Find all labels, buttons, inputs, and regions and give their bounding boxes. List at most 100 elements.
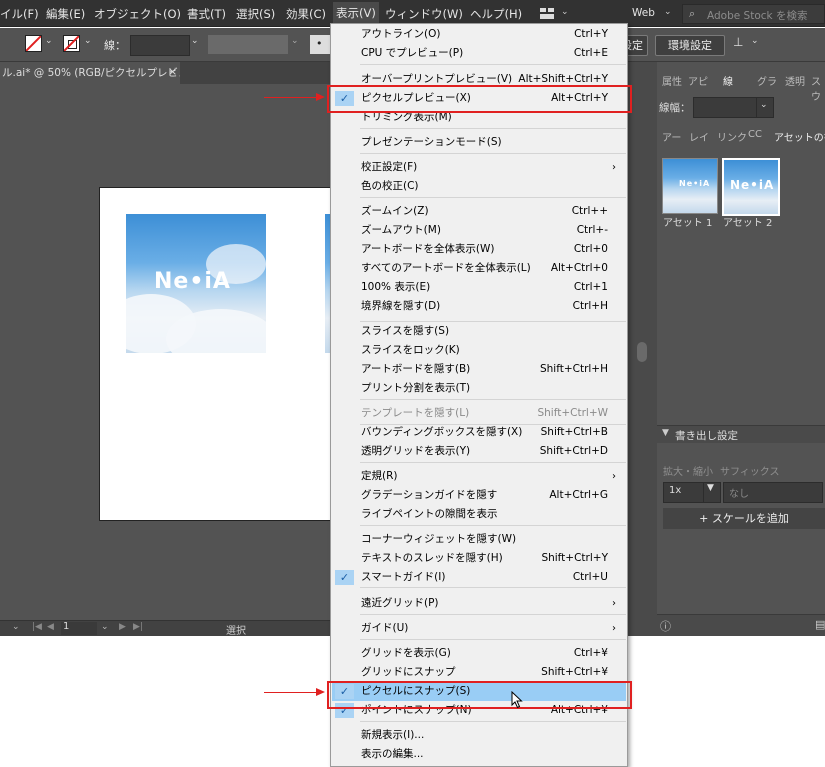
view-menu-item[interactable]: プレゼンテーションモード(S) <box>332 133 626 152</box>
asset-thumb-1[interactable]: Ne•iA <box>662 158 718 214</box>
scroll-thumb[interactable] <box>637 342 647 362</box>
tab-appearance[interactable]: アピ <box>688 73 708 88</box>
check-icon: ✓ <box>335 570 354 585</box>
chevron-down-icon[interactable]: ⌄ <box>751 36 759 46</box>
stock-search-placeholder: Adobe Stock を検索 <box>707 10 808 22</box>
view-menu-item[interactable]: 透明グリッドを表示(Y) Shift+Ctrl+D <box>332 442 626 461</box>
first-artboard-icon[interactable]: |◀ <box>32 622 42 632</box>
chevron-down-icon[interactable]: ⌄ <box>191 36 199 46</box>
stroke-weight-dropdown[interactable]: ⌄ <box>756 97 774 118</box>
workspace-switcher[interactable]: Web <box>632 7 655 19</box>
tab-cc-libraries[interactable]: CC <box>748 129 762 140</box>
view-menu-item[interactable]: ズームアウト(M) Ctrl+- <box>332 221 626 240</box>
menu-item-shortcut: Ctrl+E <box>573 47 608 59</box>
view-menu-item[interactable]: プリント分割を表示(T) <box>332 379 626 398</box>
menu-window[interactable]: ウィンドウ(W) <box>385 6 463 22</box>
view-menu-item[interactable]: スライスをロック(K) <box>332 341 626 360</box>
view-menu-item[interactable]: ライブペイントの隙間を表示 <box>332 505 626 524</box>
view-menu-item[interactable]: ✓ スマートガイド(I) Ctrl+U <box>332 568 626 587</box>
menu-select[interactable]: 選択(S) <box>236 6 275 22</box>
menu-type[interactable]: 書式(T) <box>187 6 226 22</box>
suffix-input[interactable]: なし <box>723 482 823 503</box>
view-menu-item[interactable]: テキストのスレッドを隠す(H) Shift+Ctrl+Y <box>332 549 626 568</box>
chevron-down-icon[interactable]: ⌄ <box>12 622 20 632</box>
view-menu-item[interactable]: すべてのアートボードを全体表示(L) Alt+Ctrl+0 <box>332 259 626 278</box>
add-scale-button[interactable]: + スケールを追加 <box>663 508 825 529</box>
view-menu-item[interactable]: アートボードを全体表示(W) Ctrl+0 <box>332 240 626 259</box>
chevron-down-icon[interactable]: ⌄ <box>291 36 299 46</box>
asset-thumb-2[interactable]: Ne•iA <box>722 158 780 216</box>
chevron-down-icon[interactable]: ⌄ <box>84 36 92 46</box>
tab-stroke[interactable]: 線 <box>723 73 733 88</box>
menu-view[interactable]: 表示(V) <box>333 2 379 25</box>
view-menu-item[interactable]: 校正設定(F) › <box>332 158 626 177</box>
brush-definition[interactable]: • <box>310 35 330 54</box>
view-menu-item[interactable]: スライスを隠す(S) <box>332 322 626 341</box>
view-menu-item[interactable]: アートボードを隠す(B) Shift+Ctrl+H <box>332 360 626 379</box>
tab-layers[interactable]: レイ <box>689 129 709 144</box>
menu-file[interactable]: イル(F) <box>0 6 39 22</box>
document-tab[interactable]: ル.ai* @ 50% (RGB/ピクセルプレビュー) <box>0 62 180 84</box>
export-settings-header[interactable]: ▼ 書き出し設定 <box>657 425 825 443</box>
tab-links[interactable]: リンク <box>717 129 747 144</box>
view-menu-item[interactable]: グリッドを表示(G) Ctrl+¥ <box>332 644 626 663</box>
stroke-width-input[interactable] <box>130 35 190 56</box>
artboard-number-field[interactable]: 1 <box>61 621 97 635</box>
view-menu-item[interactable]: CPU でプレビュー(P) Ctrl+E <box>332 44 626 63</box>
next-artboard-icon[interactable]: ▶ <box>119 622 126 632</box>
view-menu-item[interactable]: 色の校正(C) <box>332 177 626 196</box>
view-menu-item[interactable]: 境界線を隠す(D) Ctrl+H <box>332 297 626 316</box>
chevron-down-icon[interactable]: ⌄ <box>45 36 53 46</box>
info-icon[interactable]: ⓘ <box>660 618 671 634</box>
view-menu-item[interactable]: ズームイン(Z) Ctrl++ <box>332 202 626 221</box>
stock-search-field[interactable]: ⌕ Adobe Stock を検索 <box>682 4 825 24</box>
last-artboard-icon[interactable]: ▶| <box>133 622 143 632</box>
tab-attributes[interactable]: 属性 <box>662 73 682 88</box>
view-menu-item[interactable]: グリッドにスナップ Shift+Ctrl+¥ <box>332 663 626 682</box>
view-menu-item[interactable]: アウトライン(O) Ctrl+Y <box>332 25 626 44</box>
menu-item-shortcut: Shift+Ctrl+B <box>540 426 608 438</box>
menu-effect[interactable]: 効果(C) <box>286 6 326 22</box>
menu-item-shortcut: Alt+Ctrl+G <box>549 489 608 501</box>
stroke-weight-input[interactable] <box>693 97 757 118</box>
tab-swatches[interactable]: スウ <box>811 73 825 103</box>
view-menu-item[interactable]: 遠近グリッド(P) › <box>332 594 626 613</box>
variable-width-profile[interactable] <box>208 35 288 54</box>
scale-dropdown[interactable]: ▼ <box>703 482 721 503</box>
prev-artboard-icon[interactable]: ◀ <box>47 622 54 632</box>
mouse-cursor-icon <box>511 691 523 709</box>
triangle-down-icon: ▼ <box>662 428 669 438</box>
tab-asset-export[interactable]: アセットの書 <box>774 129 825 144</box>
view-menu-item[interactable]: 定規(R) › <box>332 467 626 486</box>
menu-edit[interactable]: 編集(E) <box>46 6 85 22</box>
tab-transparency[interactable]: 透明 <box>785 73 805 88</box>
asset-image-1[interactable]: Ne•iA <box>126 214 266 353</box>
menu-object[interactable]: オブジェクト(O) <box>94 6 181 22</box>
export-icon[interactable]: ▤ <box>815 618 825 631</box>
close-icon[interactable]: × <box>168 65 177 78</box>
menu-item-label: 100% 表示(E) <box>361 281 431 293</box>
chevron-down-icon[interactable]: ⌄ <box>664 7 672 17</box>
scale-select[interactable]: 1x <box>663 482 705 503</box>
chevron-down-icon[interactable]: ⌄ <box>561 7 569 17</box>
panel-scroll-strip[interactable] <box>627 62 657 636</box>
preferences-button[interactable]: 環境設定 <box>655 35 725 56</box>
view-menu-item[interactable]: 新規表示(I)... <box>332 726 626 745</box>
view-menu-item[interactable]: バウンディングボックスを隠す(X) Shift+Ctrl+B <box>332 423 626 442</box>
view-menu-item[interactable]: コーナーウィジェットを隠す(W) <box>332 530 626 549</box>
chevron-down-icon[interactable]: ⌄ <box>101 622 109 632</box>
view-menu-item[interactable]: グラデーションガイドを隠す Alt+Ctrl+G <box>332 486 626 505</box>
suffix-placeholder: なし <box>729 489 749 500</box>
menu-item-label: プレゼンテーションモード(S) <box>361 136 502 148</box>
workspace-grid-icon[interactable] <box>540 8 554 19</box>
tab-artboards[interactable]: アー <box>662 129 681 144</box>
menu-help[interactable]: ヘルプ(H) <box>470 6 522 22</box>
view-menu-item[interactable]: テンプレートを隠す(L) Shift+Ctrl+W <box>332 404 626 423</box>
fill-swatch[interactable] <box>25 35 42 52</box>
view-menu-item[interactable]: 表示の編集... <box>332 745 626 764</box>
tab-gradient[interactable]: グラ <box>757 73 777 88</box>
arrange-icon[interactable]: ⊥ <box>733 35 743 49</box>
view-menu-item[interactable]: 100% 表示(E) Ctrl+1 <box>332 278 626 297</box>
stroke-swatch[interactable] <box>63 35 80 52</box>
view-menu-item[interactable]: ガイド(U) › <box>332 619 626 638</box>
